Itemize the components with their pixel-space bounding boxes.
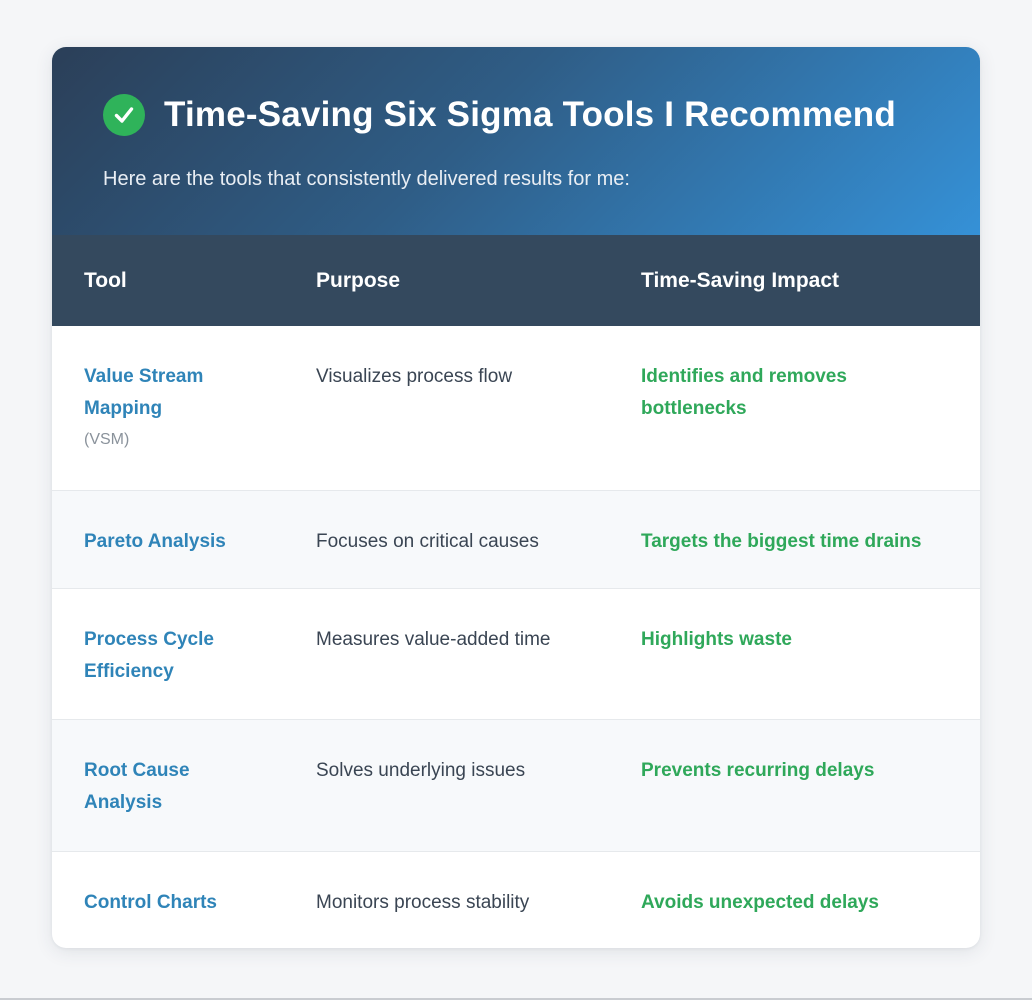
column-header-impact: Time-Saving Impact	[641, 268, 840, 292]
page-subtitle: Here are the tools that consistently del…	[103, 168, 630, 190]
table-row: Root Cause Analysis Solves underlying is…	[52, 719, 980, 851]
check-circle-icon	[103, 94, 145, 136]
tool-name: Value Stream Mapping	[84, 366, 204, 419]
table-row: Value Stream Mapping (VSM) Visualizes pr…	[52, 326, 980, 490]
tool-name: Root Cause Analysis	[84, 759, 190, 813]
tool-cell: Pareto Analysis	[52, 490, 284, 588]
purpose-cell: Measures value-added time	[316, 628, 551, 650]
tool-name: Process Cycle Efficiency	[84, 628, 214, 682]
table-row: Pareto Analysis Focuses on critical caus…	[52, 490, 980, 588]
tools-card: Time-Saving Six Sigma Tools I Recommend …	[52, 47, 980, 948]
card-header: Time-Saving Six Sigma Tools I Recommend …	[52, 47, 980, 235]
tool-cell: Control Charts	[52, 851, 284, 948]
impact-cell: Targets the biggest time drains	[641, 530, 922, 552]
tools-table: Tool Purpose Time-Saving Impact Value St…	[52, 235, 980, 948]
purpose-cell: Monitors process stability	[316, 891, 530, 913]
page-title: Time-Saving Six Sigma Tools I Recommend	[164, 95, 896, 134]
tool-cell: Process Cycle Efficiency	[52, 588, 284, 719]
impact-cell: Identifies and removes bottlenecks	[641, 366, 847, 419]
purpose-cell: Solves underlying issues	[316, 759, 526, 781]
table-row: Process Cycle Efficiency Measures value-…	[52, 588, 980, 719]
impact-cell: Prevents recurring delays	[641, 759, 875, 781]
tool-name: Control Charts	[84, 891, 217, 913]
title-row: Time-Saving Six Sigma Tools I Recommend	[103, 94, 896, 136]
table-header-row: Tool Purpose Time-Saving Impact	[52, 235, 980, 326]
table-body: Value Stream Mapping (VSM) Visualizes pr…	[52, 326, 980, 948]
tool-cell: Root Cause Analysis	[52, 719, 284, 851]
tool-name: Pareto Analysis	[84, 530, 226, 552]
tool-cell: Value Stream Mapping (VSM)	[52, 326, 284, 490]
column-header-purpose: Purpose	[316, 268, 401, 292]
column-header-tool: Tool	[84, 268, 127, 292]
purpose-cell: Focuses on critical causes	[316, 530, 539, 552]
table-row: Control Charts Monitors process stabilit…	[52, 851, 980, 948]
purpose-cell: Visualizes process flow	[316, 366, 513, 387]
impact-cell: Avoids unexpected delays	[641, 891, 879, 913]
tool-abbreviation: (VSM)	[84, 431, 130, 448]
impact-cell: Highlights waste	[641, 628, 792, 650]
table-header: Tool Purpose Time-Saving Impact	[52, 235, 980, 326]
